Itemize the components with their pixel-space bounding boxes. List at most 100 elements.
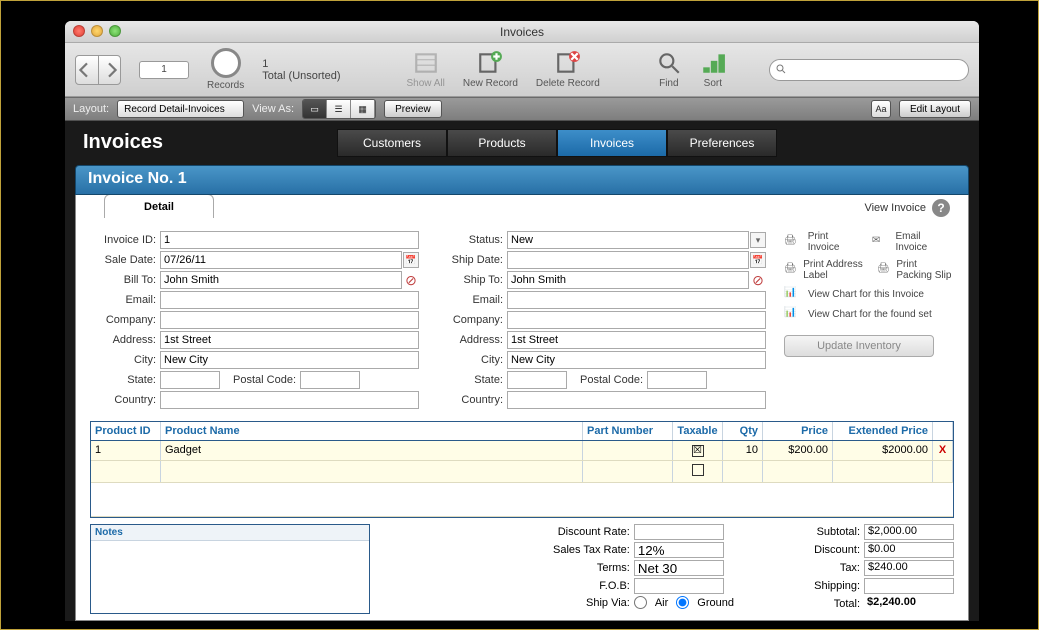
- search-icon: [775, 63, 787, 78]
- app-window: Invoices 1 Records 1 Total (Unsorted) Sh…: [65, 21, 979, 621]
- ship-air-radio[interactable]: [634, 596, 647, 609]
- ship-postal-field[interactable]: [647, 371, 707, 389]
- zoom-icon[interactable]: [109, 25, 121, 37]
- minimize-icon[interactable]: [91, 25, 103, 37]
- tab-products[interactable]: Products: [447, 129, 557, 157]
- preview-button[interactable]: Preview: [384, 100, 442, 118]
- tab-invoices[interactable]: Invoices: [557, 129, 667, 157]
- toolbar: 1 Records 1 Total (Unsorted) Show All Ne…: [65, 43, 979, 97]
- ship-state-field[interactable]: [507, 371, 567, 389]
- printer-icon: 🖨: [784, 263, 797, 277]
- print-packing-link[interactable]: 🖨Print Packing Slip: [877, 259, 954, 281]
- help-icon[interactable]: ?: [932, 199, 950, 217]
- layout-label: Layout:: [73, 103, 109, 115]
- bill-email-field[interactable]: [160, 291, 419, 309]
- ship-column: Status:▾ Ship Date:📅 Ship To:⊘ Email: Co…: [437, 231, 766, 411]
- detail-panel: Detail View Invoice ? Invoice ID: Sale D…: [75, 195, 969, 621]
- invoice-id-field[interactable]: [160, 231, 419, 249]
- bill-postal-field[interactable]: [300, 371, 360, 389]
- tab-customers[interactable]: Customers: [337, 129, 447, 157]
- chart-icon: 📊: [784, 287, 802, 301]
- line-item-row[interactable]: 1 Gadget ☒ 10 $200.00 $2000.00 X: [91, 441, 953, 461]
- view-table-icon[interactable]: ▦: [351, 100, 375, 118]
- clear-icon[interactable]: ⊘: [403, 272, 419, 288]
- content-area: Invoices Customers Products Invoices Pre…: [65, 121, 979, 621]
- printer-icon: 🖨: [784, 235, 802, 249]
- bill-to-field[interactable]: [160, 271, 402, 289]
- clear-icon[interactable]: ⊘: [750, 272, 766, 288]
- print-address-link[interactable]: 🖨Print Address Label: [784, 259, 867, 281]
- fob-field[interactable]: [634, 578, 724, 594]
- bill-state-field[interactable]: [160, 371, 220, 389]
- detail-tab[interactable]: Detail: [104, 195, 214, 218]
- update-inventory-button[interactable]: Update Inventory: [784, 335, 934, 357]
- sale-date-field[interactable]: [160, 251, 402, 269]
- discount-value: $0.00: [864, 542, 954, 558]
- shipping-field[interactable]: [864, 578, 954, 594]
- titlebar: Invoices: [65, 21, 979, 43]
- calendar-icon[interactable]: 📅: [403, 252, 419, 268]
- tab-preferences[interactable]: Preferences: [667, 129, 777, 157]
- records-label: Records: [207, 80, 244, 91]
- terms-field[interactable]: [634, 560, 724, 576]
- ship-email-field[interactable]: [507, 291, 766, 309]
- record-nav-arrows[interactable]: [75, 55, 121, 85]
- print-invoice-link[interactable]: 🖨Print Invoice: [784, 231, 862, 253]
- sort-icon[interactable]: [700, 50, 726, 76]
- ship-ground-radio[interactable]: [676, 596, 689, 609]
- calendar-icon[interactable]: 📅: [750, 252, 766, 268]
- page-title: Invoices: [83, 131, 163, 154]
- view-form-icon[interactable]: ▭: [303, 100, 327, 118]
- email-invoice-link[interactable]: ✉Email Invoice: [872, 231, 954, 253]
- new-record-icon[interactable]: [477, 50, 503, 76]
- show-all-icon[interactable]: [413, 50, 439, 76]
- window-title: Invoices: [500, 25, 544, 39]
- ship-company-field[interactable]: [507, 311, 766, 329]
- close-icon[interactable]: [73, 25, 85, 37]
- ship-country-field[interactable]: [507, 391, 766, 409]
- printer-icon: 🖨: [877, 263, 890, 277]
- taxable-checkbox[interactable]: ☒: [692, 445, 704, 457]
- layout-dropdown[interactable]: Record Detail-Invoices: [117, 100, 244, 118]
- side-actions: 🖨Print Invoice ✉Email Invoice 🖨Print Add…: [784, 231, 954, 411]
- ship-address-field[interactable]: [507, 331, 766, 349]
- dropdown-icon[interactable]: ▾: [750, 232, 766, 248]
- sales-tax-rate-field[interactable]: [634, 542, 724, 558]
- search-input[interactable]: [769, 59, 969, 81]
- envelope-icon: ✉: [872, 235, 890, 249]
- edit-layout-button[interactable]: Edit Layout: [899, 100, 971, 118]
- bill-city-field[interactable]: [160, 351, 419, 369]
- chart-found-link[interactable]: 📊View Chart for the found set: [784, 307, 954, 321]
- record-count: 1 Total (Unsorted): [262, 58, 340, 82]
- delete-row-icon[interactable]: X: [933, 441, 953, 460]
- formatting-bar-toggle[interactable]: Aa: [871, 100, 891, 118]
- view-invoice-link[interactable]: View Invoice: [864, 202, 926, 214]
- line-items-table: Product ID Product Name Part Number Taxa…: [90, 421, 954, 518]
- status-bar: Layout: Record Detail-Invoices View As: …: [65, 97, 979, 121]
- chart-icon: 📊: [784, 307, 802, 321]
- subtotal-value: $2,000.00: [864, 524, 954, 540]
- ship-to-field[interactable]: [507, 271, 749, 289]
- discount-rate-field[interactable]: [634, 524, 724, 540]
- bill-column: Invoice ID: Sale Date:📅 Bill To:⊘ Email:…: [90, 231, 419, 411]
- delete-record-icon[interactable]: [555, 50, 581, 76]
- view-as-toggle[interactable]: ▭ ☰ ▦: [302, 99, 376, 119]
- tax-value: $240.00: [864, 560, 954, 576]
- taxable-checkbox[interactable]: [692, 464, 704, 476]
- bill-company-field[interactable]: [160, 311, 419, 329]
- bill-address-field[interactable]: [160, 331, 419, 349]
- ship-date-field[interactable]: [507, 251, 749, 269]
- ship-city-field[interactable]: [507, 351, 766, 369]
- record-pie-icon[interactable]: [211, 48, 241, 78]
- chart-invoice-link[interactable]: 📊View Chart for this Invoice: [784, 287, 954, 301]
- line-item-row-blank[interactable]: [91, 461, 953, 483]
- invoice-header: Invoice No. 1: [75, 165, 969, 195]
- notes-field[interactable]: Notes: [90, 524, 370, 614]
- status-field[interactable]: [507, 231, 749, 249]
- total-value: $2,240.00: [864, 596, 954, 612]
- find-icon[interactable]: [656, 50, 682, 76]
- view-list-icon[interactable]: ☰: [327, 100, 351, 118]
- bill-country-field[interactable]: [160, 391, 419, 409]
- viewas-label: View As:: [252, 103, 294, 115]
- record-index-field[interactable]: 1: [139, 61, 189, 79]
